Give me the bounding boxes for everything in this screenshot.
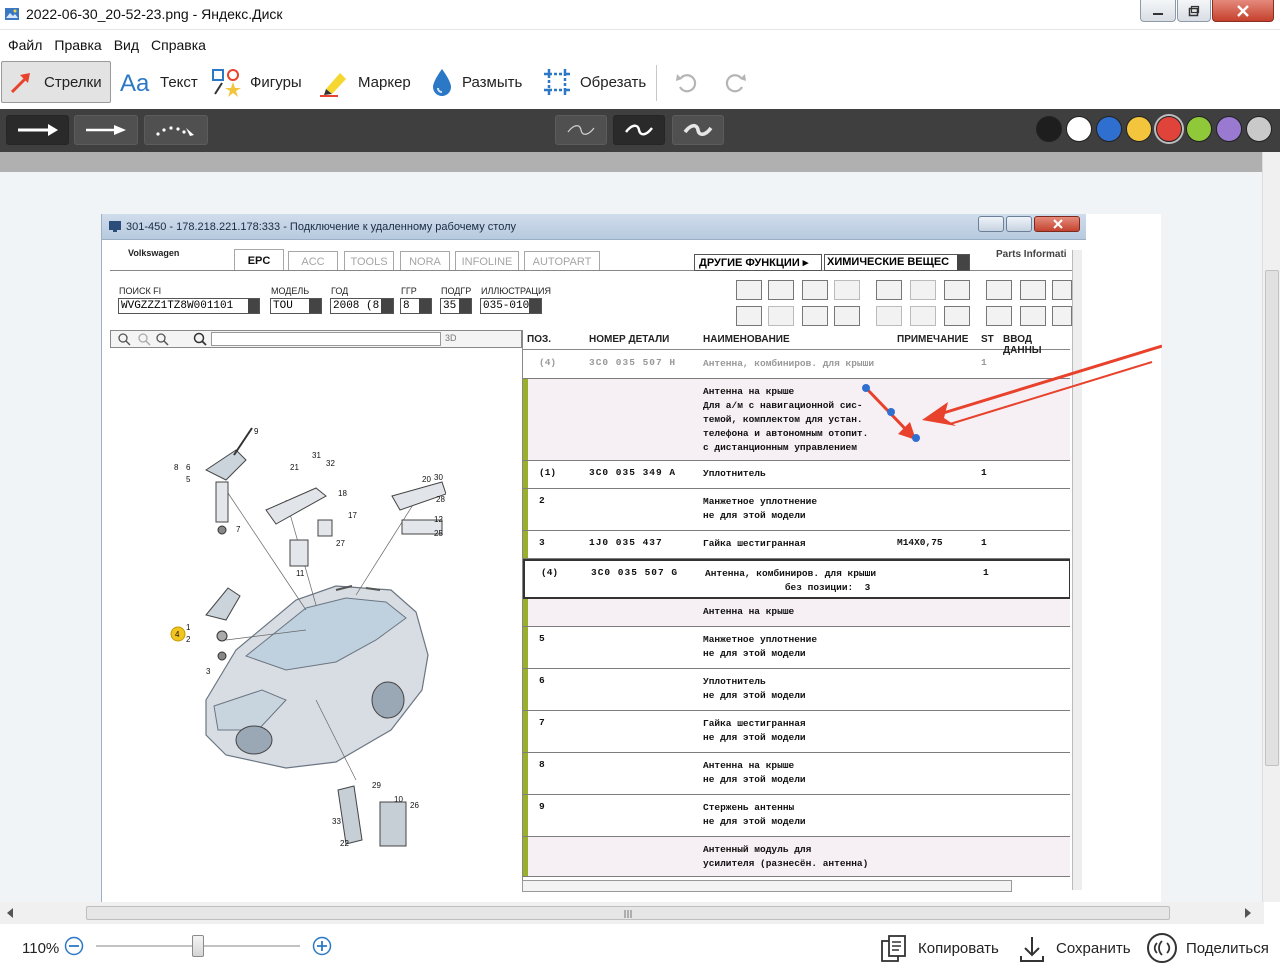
- thin-line-icon: [567, 125, 595, 135]
- tool-crop-button[interactable]: Обрезать: [536, 61, 652, 103]
- status-bar: 110% Копировать Сохранить Поделиться: [0, 924, 1280, 976]
- copy-label: Копировать: [918, 940, 999, 957]
- close-icon: [1237, 4, 1249, 17]
- annotation-layer: [862, 344, 1162, 442]
- share-icon: [1147, 933, 1177, 963]
- tool-blur-label: Размыть: [462, 73, 523, 91]
- menu-file[interactable]: Файл: [0, 31, 46, 57]
- editor-toolbar: Стрелки Aa Текст Фигуры Маркер Размыть О…: [0, 57, 1280, 109]
- color-swatch[interactable]: [1156, 116, 1182, 142]
- save-label: Сохранить: [1056, 940, 1131, 957]
- toolbar-ghost-shadow: [0, 152, 1280, 172]
- vertical-scrollbar[interactable]: [1262, 152, 1280, 902]
- tool-shapes-label: Фигуры: [250, 73, 302, 91]
- medium-line-icon: [625, 124, 653, 136]
- minimize-button[interactable]: [1140, 0, 1176, 22]
- color-swatch[interactable]: [1096, 116, 1122, 142]
- toolbar-divider: [656, 65, 657, 101]
- arrow-style-straight-button[interactable]: [6, 115, 69, 145]
- menu-edit[interactable]: Правка: [46, 31, 105, 57]
- download-icon: [1020, 937, 1044, 962]
- scroll-left-icon[interactable]: [6, 908, 14, 918]
- zoom-in-button-icon[interactable]: [312, 936, 332, 956]
- text-tool-icon: Aa: [120, 70, 150, 96]
- color-swatch[interactable]: [1066, 116, 1092, 142]
- menu-view[interactable]: Вид: [106, 31, 143, 57]
- color-swatch[interactable]: [1246, 116, 1272, 142]
- zoom-out-button-icon[interactable]: [64, 936, 84, 956]
- tool-arrows-label: Стрелки: [44, 73, 102, 91]
- arrow-tool-icon: [10, 73, 30, 94]
- tool-marker-label: Маркер: [358, 73, 411, 91]
- straight-arrow-icon: [17, 124, 58, 136]
- color-swatch[interactable]: [1216, 116, 1242, 142]
- menu-help[interactable]: Справка: [143, 31, 210, 57]
- tool-arrows-button[interactable]: Стрелки: [1, 61, 111, 103]
- tool-marker-button[interactable]: Маркер: [312, 61, 417, 103]
- edited-image: 301-450 - 178.218.221.178:333 - Подключе…: [101, 214, 1162, 904]
- window-title: 2022-06-30_20-52-23.png - Яндекс.Диск: [26, 6, 283, 22]
- share-button[interactable]: Поделиться: [1146, 930, 1274, 966]
- thin-arrow-icon: [86, 125, 126, 135]
- maximize-icon: [1188, 5, 1200, 16]
- blur-drop-icon: [433, 69, 451, 96]
- minimize-icon: [1153, 12, 1163, 15]
- redo-icon[interactable]: [722, 69, 748, 95]
- width-thin-button[interactable]: [555, 115, 607, 145]
- thick-line-icon: [683, 123, 713, 137]
- zoom-level: 110%: [22, 940, 60, 957]
- close-button[interactable]: [1212, 0, 1274, 22]
- undo-icon[interactable]: [674, 69, 700, 95]
- shapes-tool-icon: [212, 69, 241, 97]
- svg-text:Aa: Aa: [120, 70, 150, 96]
- marker-tool-icon: [320, 73, 346, 97]
- tool-text-button[interactable]: Aa Текст: [114, 61, 204, 103]
- color-swatch[interactable]: [1036, 116, 1062, 142]
- width-thick-button[interactable]: [672, 115, 724, 145]
- grip-icon: [624, 910, 632, 918]
- tool-crop-label: Обрезать: [580, 73, 647, 91]
- arrow-style-dotted-button[interactable]: [144, 115, 208, 145]
- tool-blur-button[interactable]: Размыть: [424, 61, 528, 103]
- arrow-style-thin-button[interactable]: [74, 115, 138, 145]
- dotted-arrow-icon: [156, 126, 194, 136]
- horizontal-scroll-thumb[interactable]: [86, 906, 1170, 920]
- crop-icon: [544, 69, 570, 95]
- color-swatch[interactable]: [1126, 116, 1152, 142]
- zoom-slider-thumb[interactable]: [192, 935, 204, 957]
- horizontal-scrollbar[interactable]: [0, 902, 1264, 924]
- share-label: Поделиться: [1186, 940, 1269, 957]
- tool-shapes-button[interactable]: Фигуры: [204, 61, 308, 103]
- copy-icon: [881, 935, 906, 962]
- title-bar: 2022-06-30_20-52-23.png - Яндекс.Диск: [0, 0, 1280, 30]
- color-swatch[interactable]: [1186, 116, 1212, 142]
- maximize-button[interactable]: [1177, 0, 1211, 22]
- tool-text-label: Текст: [160, 73, 198, 91]
- copy-button[interactable]: Копировать: [880, 932, 1008, 966]
- save-button[interactable]: Сохранить: [1018, 932, 1140, 966]
- menu-bar: Файл Правка Вид Справка: [0, 31, 1280, 57]
- scroll-right-icon[interactable]: [1244, 908, 1252, 918]
- vertical-scroll-thumb[interactable]: [1265, 270, 1279, 766]
- image-file-icon: [5, 8, 19, 20]
- width-medium-button[interactable]: [613, 115, 665, 145]
